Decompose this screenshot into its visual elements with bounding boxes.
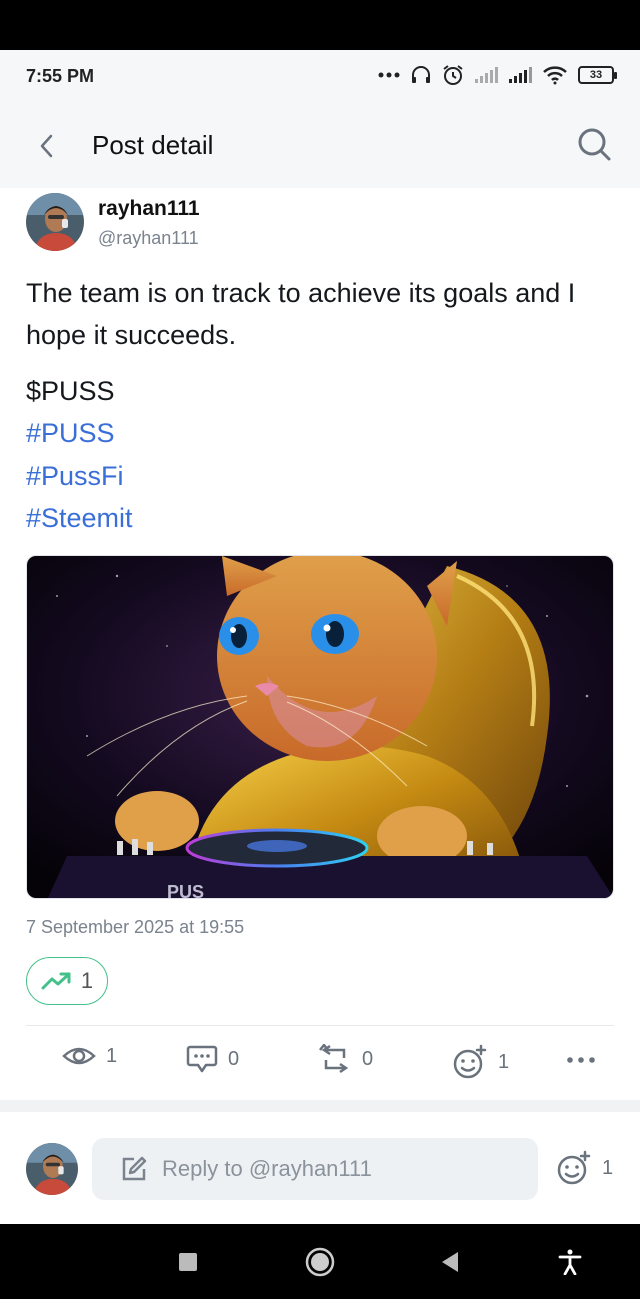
more-options-button[interactable]	[566, 1056, 596, 1064]
app-header: Post detail	[0, 102, 640, 188]
status-time: 7:55 PM	[26, 66, 95, 86]
signal-weak-icon	[475, 67, 498, 83]
add-reaction-icon	[453, 1044, 487, 1079]
home-button[interactable]	[300, 1244, 340, 1280]
back-nav-button[interactable]	[430, 1244, 470, 1280]
post-actions: 1 0 0 1	[0, 1040, 640, 1088]
trending-up-icon	[41, 972, 71, 990]
section-separator	[0, 1100, 640, 1112]
search-icon	[578, 128, 611, 161]
reply-input[interactable]: Reply to @rayhan111	[92, 1138, 538, 1200]
system-nav-bar	[0, 1224, 640, 1299]
hashtag-link[interactable]: #PussFi	[26, 455, 133, 498]
accessibility-button[interactable]	[550, 1244, 590, 1280]
accessibility-icon	[558, 1249, 582, 1275]
square-icon	[179, 1253, 197, 1271]
repost-action[interactable]: 0	[318, 1044, 373, 1074]
alarm-icon	[443, 65, 463, 85]
page-title: Post detail	[92, 130, 214, 160]
search-button[interactable]	[574, 124, 614, 164]
signal-icon	[509, 67, 532, 83]
more-dots-icon	[567, 1057, 595, 1063]
post-ticker: $PUSS	[26, 376, 115, 406]
current-user-avatar[interactable]	[26, 1143, 78, 1195]
comment-action[interactable]: 0	[186, 1044, 239, 1074]
post-text: The team is on track to achieve its goal…	[26, 278, 576, 350]
eye-icon	[62, 1047, 96, 1065]
reply-placeholder: Reply to @rayhan111	[162, 1156, 372, 1181]
reply-reaction-button[interactable]: 1	[556, 1150, 613, 1186]
battery-icon: 33	[578, 66, 617, 84]
trend-chip[interactable]: 1	[26, 957, 108, 1005]
comment-icon	[186, 1045, 218, 1073]
views-action[interactable]: 1	[62, 1044, 117, 1068]
post-timestamp: 7 September 2025 at 19:55	[26, 917, 245, 937]
repost-count: 0	[362, 1047, 374, 1070]
post-tags: #PUSS #PussFi #Steemit	[26, 412, 133, 540]
author-avatar[interactable]	[26, 193, 84, 251]
more-dots-icon	[378, 72, 400, 78]
recents-button[interactable]	[168, 1244, 208, 1280]
svg-text:PUS: PUS	[167, 882, 204, 899]
trend-count: 1	[80, 968, 94, 993]
status-icons: 33	[378, 64, 617, 86]
battery-level: 33	[589, 69, 603, 81]
reaction-count: 1	[498, 1050, 510, 1073]
add-reaction-icon	[557, 1150, 591, 1185]
triangle-back-icon	[442, 1252, 458, 1272]
wifi-icon	[543, 66, 567, 85]
comment-count: 0	[228, 1047, 240, 1070]
home-circle-icon	[305, 1247, 335, 1277]
author-handle[interactable]: @rayhan111	[98, 228, 199, 249]
status-bar: 7:55 PM 33	[0, 50, 640, 102]
headset-icon	[412, 66, 430, 83]
chevron-left-icon	[40, 134, 53, 158]
edit-icon	[122, 1156, 147, 1181]
divider	[26, 1025, 614, 1026]
system-top-bezel	[0, 0, 640, 50]
hashtag-link[interactable]: #PUSS	[26, 412, 133, 455]
author-name[interactable]: rayhan111	[98, 197, 200, 221]
repost-icon	[319, 1044, 349, 1074]
views-count: 1	[106, 1044, 118, 1067]
reply-reaction-count: 1	[602, 1156, 614, 1179]
post-image[interactable]: PUS	[26, 555, 614, 899]
back-button[interactable]	[28, 126, 64, 166]
reaction-action[interactable]: 1	[452, 1044, 509, 1080]
hashtag-link[interactable]: #Steemit	[26, 497, 133, 540]
